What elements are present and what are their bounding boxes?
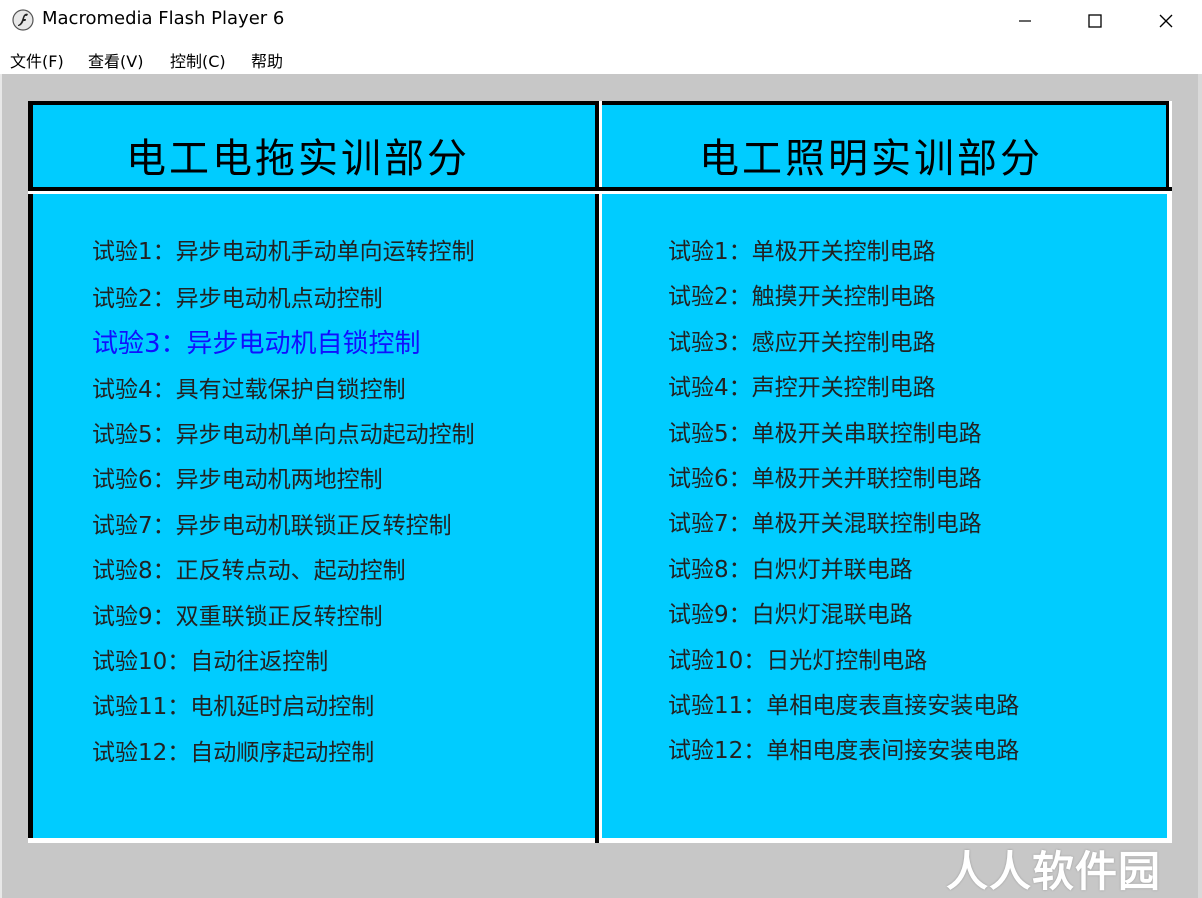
menu-file[interactable]: 文件(F) — [10, 48, 64, 72]
experiment-link[interactable]: 试验12：单相电度表间接安装电路 — [668, 731, 1019, 765]
experiment-link[interactable]: 试验8：正反转点动、起动控制 — [92, 551, 406, 585]
experiment-link[interactable]: 试验6：单极开关并联控制电路 — [668, 459, 982, 493]
experiment-link[interactable]: 试验11：电机延时启动控制 — [92, 687, 374, 721]
flash-app-icon — [12, 9, 34, 31]
experiment-link[interactable]: 试验7：异步电动机联锁正反转控制 — [92, 506, 452, 540]
experiment-link[interactable]: 试验6：异步电动机两地控制 — [92, 460, 383, 494]
maximize-button[interactable] — [1060, 0, 1130, 42]
section-title-drag-training: 电工电拖实训部分 — [126, 136, 470, 182]
window-title: Macromedia Flash Player 6 — [42, 8, 285, 29]
experiment-link[interactable]: 试验4：声控开关控制电路 — [668, 368, 936, 402]
experiment-link[interactable]: 试验3：感应开关控制电路 — [668, 323, 936, 357]
panel-border-left — [28, 101, 33, 843]
experiment-link[interactable]: 试验1：单极开关控制电路 — [668, 232, 936, 266]
experiment-link[interactable]: 试验10：自动往返控制 — [92, 642, 328, 676]
panel-divider-vertical — [595, 101, 599, 843]
close-button[interactable] — [1131, 0, 1201, 42]
panel-divider-horizontal-highlight — [28, 191, 1172, 194]
experiment-link[interactable]: 试验9：白炽灯混联电路 — [668, 595, 913, 629]
experiment-link[interactable]: 试验8：白炽灯并联电路 — [668, 550, 913, 584]
section-title-lighting-training: 电工照明实训部分 — [699, 136, 1043, 182]
experiment-link[interactable]: 试验11：单相电度表直接安装电路 — [668, 686, 1019, 720]
panel-border-right — [1167, 101, 1172, 843]
experiment-link[interactable]: 试验7：单极开关混联控制电路 — [668, 504, 982, 538]
panel-divider-horizontal — [28, 187, 1172, 191]
experiment-link[interactable]: 试验12：自动顺序起动控制 — [92, 733, 374, 767]
experiment-link[interactable]: 试验2：异步电动机点动控制 — [92, 279, 383, 313]
menu-control[interactable]: 控制(C) — [170, 48, 226, 72]
watermark-logo: 人人软件园 — [946, 847, 1162, 896]
experiment-link-active[interactable]: 试验3：异步电动机自锁控制 — [92, 323, 421, 360]
panel-border-right-shadow — [1166, 101, 1169, 193]
menu-view[interactable]: 查看(V) — [88, 48, 143, 72]
menu-bar: 文件(F) 查看(V) 控制(C) 帮助 — [0, 42, 1202, 74]
experiment-link[interactable]: 试验9：双重联锁正反转控制 — [92, 597, 383, 631]
menu-help[interactable]: 帮助 — [251, 48, 283, 72]
maximize-icon — [1088, 14, 1102, 28]
experiment-link[interactable]: 试验4：具有过载保护自锁控制 — [92, 370, 406, 404]
minimize-icon — [1019, 20, 1031, 22]
experiment-link[interactable]: 试验10：日光灯控制电路 — [668, 641, 927, 675]
title-bar: Macromedia Flash Player 6 — [0, 0, 1202, 42]
window-right-edge — [1198, 74, 1202, 898]
panel-divider-vertical-highlight — [599, 101, 602, 843]
minimize-button[interactable] — [990, 0, 1060, 42]
experiment-link[interactable]: 试验2：触摸开关控制电路 — [668, 277, 936, 311]
experiment-link[interactable]: 试验5：异步电动机单向点动起动控制 — [92, 415, 475, 449]
experiment-link[interactable]: 试验1：异步电动机手动单向运转控制 — [92, 232, 475, 266]
close-icon — [1159, 14, 1173, 28]
experiment-link[interactable]: 试验5：单极开关串联控制电路 — [668, 414, 982, 448]
